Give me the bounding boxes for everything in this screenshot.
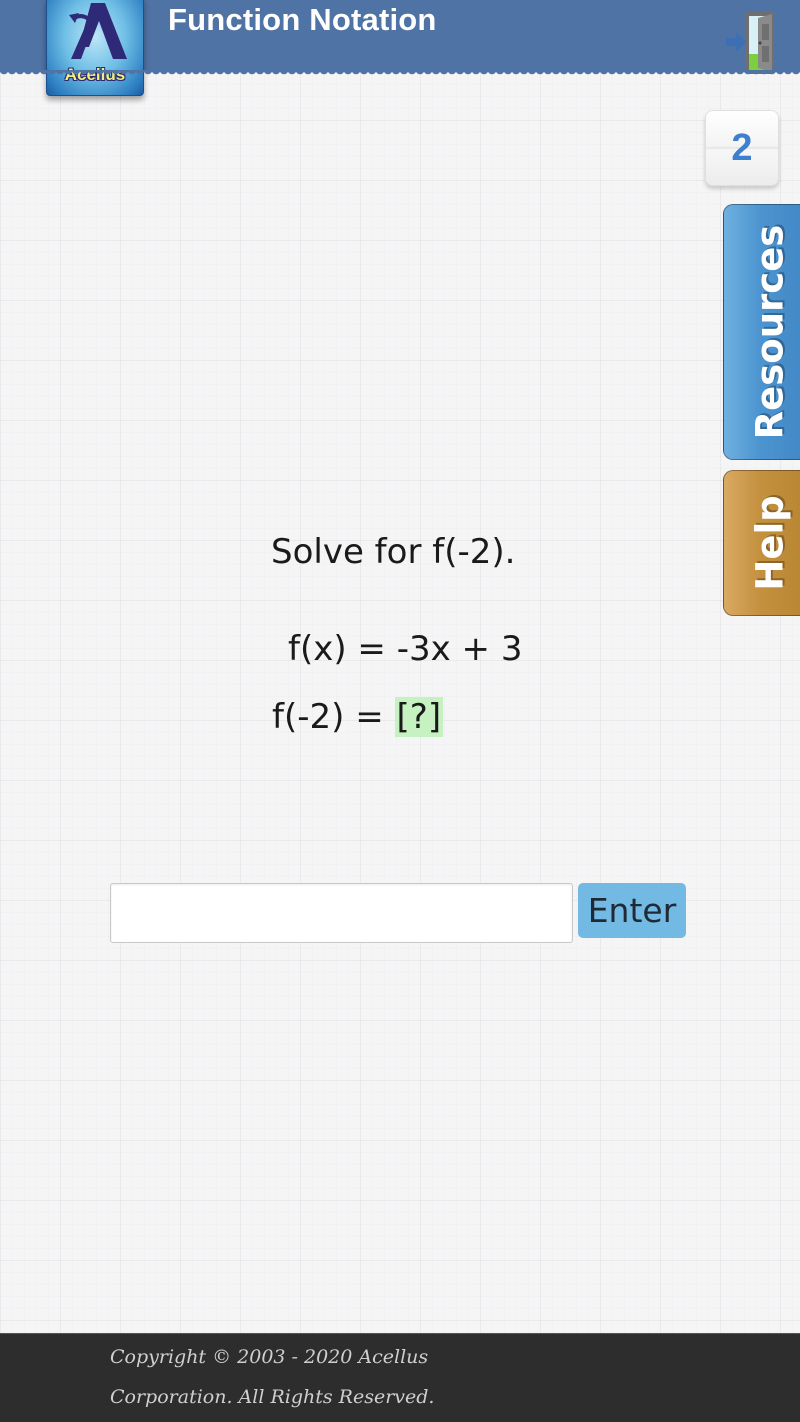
copyright-line-1: Copyright © 2003 - 2020 Acellus (110, 1346, 429, 1368)
copyright-line-2: Corporation. All Rights Reserved. (110, 1386, 435, 1408)
function-equation: f(x) = -3x + 3 (288, 629, 523, 669)
help-tab-label: Help (748, 495, 792, 591)
resources-tab[interactable]: Resources (723, 204, 800, 460)
answer-blank: [?] (394, 697, 444, 737)
exit-door-icon[interactable] (724, 10, 780, 76)
acellus-a-icon (69, 3, 127, 59)
answer-prefix: f(-2) = (272, 697, 395, 737)
page-counter-value: 2 (731, 127, 753, 169)
footer: Copyright © 2003 - 2020 Acellus Corporat… (0, 1333, 800, 1422)
answer-line: f(-2) = [?] (272, 697, 444, 737)
enter-button[interactable]: Enter (578, 883, 686, 938)
answer-input[interactable] (110, 883, 573, 943)
page-title: Function Notation (168, 2, 437, 37)
acellus-logo[interactable]: Acellus (46, 0, 144, 96)
top-header-bar: Acellus Function Notation (0, 0, 800, 96)
question-prompt: Solve for f(-2). (271, 532, 516, 572)
page-counter: 2 (705, 110, 779, 186)
help-tab[interactable]: Help (723, 470, 800, 616)
logo-text: Acellus (64, 65, 126, 84)
resources-tab-label: Resources (748, 224, 792, 440)
